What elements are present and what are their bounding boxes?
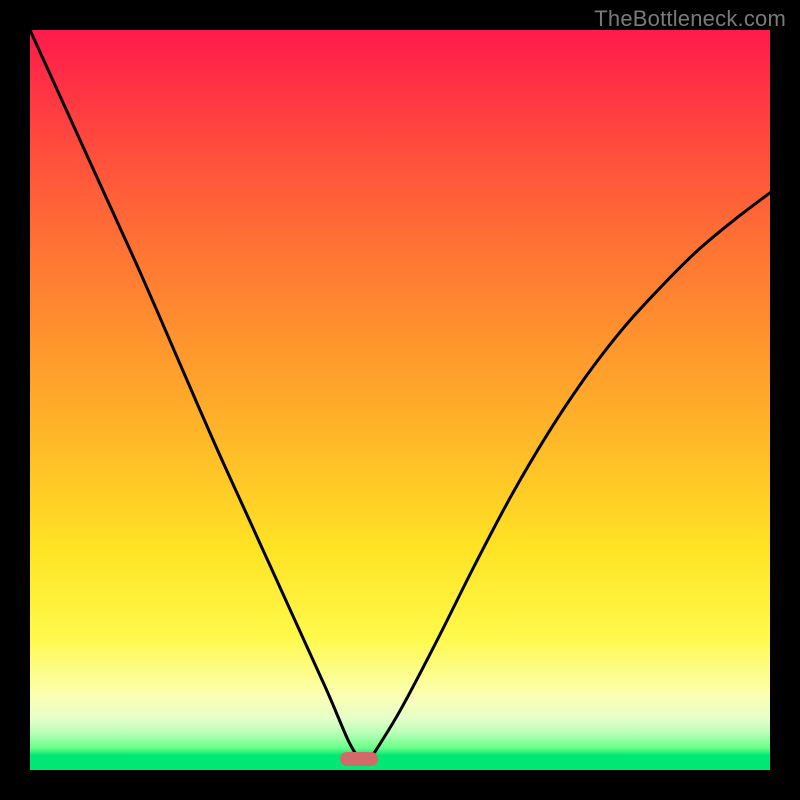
watermark-text: TheBottleneck.com — [594, 6, 786, 32]
left-branch-path — [30, 30, 359, 759]
curve-svg — [30, 30, 770, 770]
bottleneck-marker — [340, 752, 378, 766]
chart-stage: TheBottleneck.com — [0, 0, 800, 800]
plot-area — [30, 30, 770, 770]
right-branch-path — [370, 193, 770, 759]
